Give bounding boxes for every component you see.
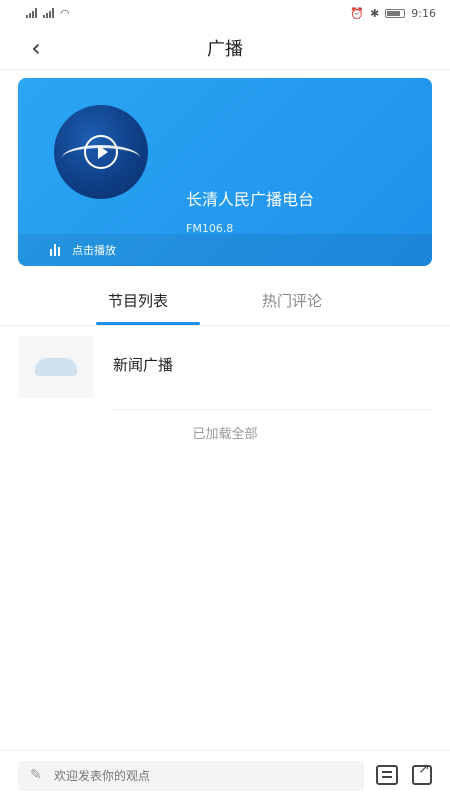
logo-swirl <box>62 145 140 171</box>
station-card[interactable]: 长清人民广播电台 FM106.8 点击播放 <box>18 78 432 266</box>
play-label: 点击播放 <box>72 244 116 257</box>
program-title: 新闻广播 <box>113 356 174 374</box>
bluetooth-icon: ✱ <box>370 6 380 20</box>
tab-bar: 节目列表 热门评论 <box>0 282 450 326</box>
program-thumbnail <box>18 336 94 398</box>
status-bar: ◠ ⏰ ✱ 9:16 <box>0 0 450 26</box>
list-status: 已加载全部 <box>192 427 258 442</box>
alarm-icon: ⏰ <box>350 6 365 20</box>
bottom-bar: ✎ <box>0 750 450 800</box>
chevron-left-icon: ‹ <box>31 34 41 62</box>
status-left: ◠ <box>26 7 70 20</box>
signal-icon <box>43 8 54 18</box>
thumbnail-image <box>35 358 77 376</box>
wifi-icon: ◠ <box>60 6 70 20</box>
divider <box>112 409 432 410</box>
header: ‹ 广播 <box>0 26 450 70</box>
station-name: 长清人民广播电台 <box>186 190 315 209</box>
comment-icon[interactable] <box>376 765 398 785</box>
share-icon[interactable] <box>412 761 432 785</box>
tab-comments[interactable]: 热门评论 <box>262 290 322 311</box>
tab-programs[interactable]: 节目列表 <box>108 290 168 311</box>
divider <box>0 325 450 326</box>
bars-icon <box>50 244 60 256</box>
status-right: ⏰ ✱ 9:16 <box>350 7 436 20</box>
play-button[interactable]: 点击播放 <box>18 234 432 266</box>
pencil-icon: ✎ <box>30 767 42 783</box>
signal-icon <box>26 8 37 18</box>
battery-icon <box>385 8 406 18</box>
status-time: 9:16 <box>411 6 436 20</box>
comment-input[interactable] <box>18 761 364 791</box>
station-logo <box>54 105 148 199</box>
list-item[interactable]: 新闻广播 <box>0 334 450 400</box>
back-button[interactable]: ‹ <box>22 34 50 62</box>
page-title: 广播 <box>207 38 243 60</box>
